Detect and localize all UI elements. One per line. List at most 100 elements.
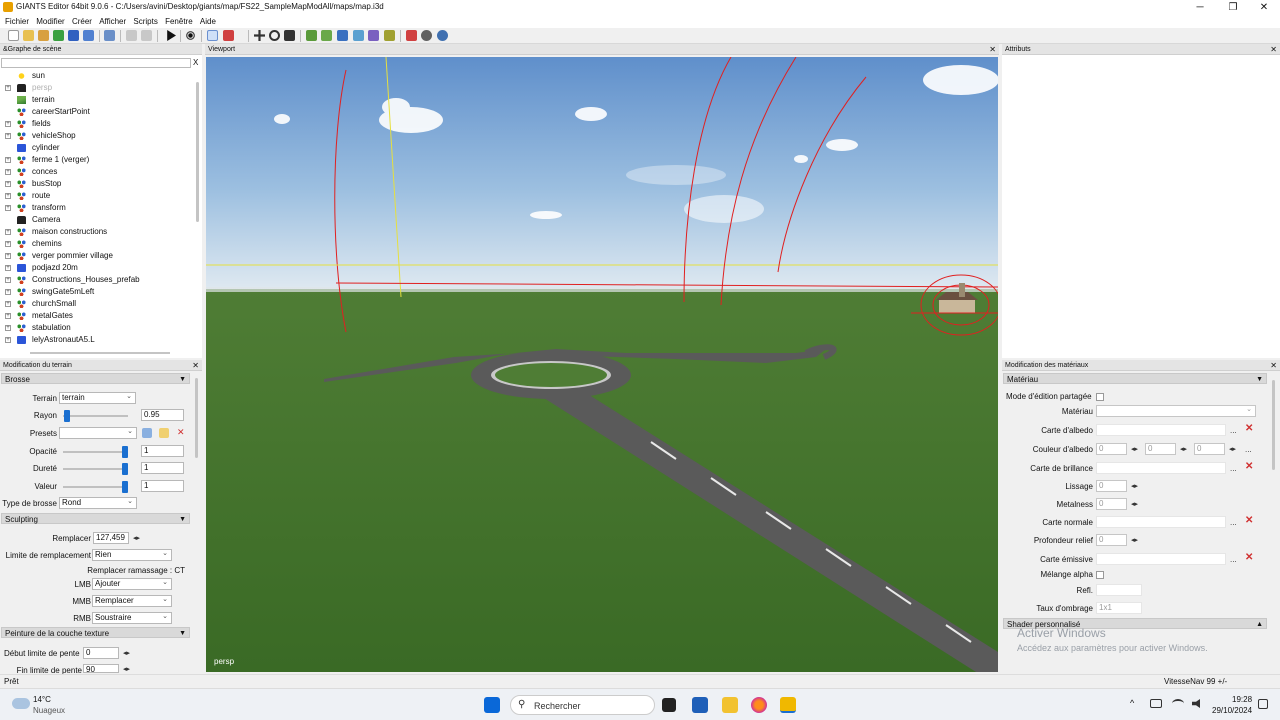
close-terrain-panel-button[interactable]: ✕ [192, 360, 199, 371]
settings-gear-icon[interactable] [421, 30, 432, 41]
opacity-slider[interactable] [63, 446, 128, 458]
lmb-select[interactable]: Ajouter ⌄ [92, 578, 172, 590]
open-folder-icon[interactable] [23, 30, 34, 41]
value-slider[interactable] [63, 481, 128, 493]
spin-arrows-icon[interactable]: ◂▸ [1229, 445, 1236, 453]
scene-node[interactable]: + persp [0, 82, 195, 94]
albedo-b-input[interactable]: 0 [1194, 443, 1225, 455]
reload-icon[interactable] [53, 30, 64, 41]
expand-node-icon[interactable]: + [5, 301, 11, 307]
weather-temperature[interactable]: 14°C [33, 695, 51, 704]
normal-map-input[interactable] [1096, 516, 1226, 528]
scene-node[interactable]: + fields [0, 118, 195, 130]
albedo-clear-button[interactable]: ✕ [1245, 423, 1253, 434]
close-attributes-button[interactable]: ✕ [1270, 44, 1277, 55]
maximize-button[interactable]: ❐ [1217, 0, 1249, 15]
scene-node[interactable]: + conces [0, 166, 195, 178]
hardness-slider-handle[interactable] [122, 463, 128, 475]
slope-end-input[interactable]: 90 [83, 664, 119, 674]
emissive-map-input[interactable] [1096, 553, 1226, 565]
scene-node[interactable]: cylinder [0, 142, 195, 154]
spin-arrows-icon[interactable]: ◂▸ [1131, 445, 1138, 453]
rmb-select[interactable]: Soustraire ⌄ [92, 612, 172, 624]
material-section[interactable]: Matériau ▼ [1003, 373, 1267, 384]
scene-node[interactable]: + vehicleShop [0, 130, 195, 142]
scene-node[interactable]: + stabulation [0, 322, 195, 334]
tray-chevron-icon[interactable]: ^ [1130, 698, 1134, 708]
radius-slider-handle[interactable] [64, 410, 71, 422]
replace-input[interactable]: 127,459 [93, 532, 129, 544]
load-preset-icon[interactable] [159, 428, 169, 438]
scene-horizontal-scrollbar[interactable] [30, 352, 170, 354]
file-explorer-icon[interactable] [722, 697, 738, 713]
scale-icon[interactable] [284, 30, 295, 41]
notification-icon[interactable] [1258, 699, 1268, 709]
spin-arrows-icon[interactable]: ◂▸ [1131, 500, 1138, 508]
material-icon[interactable] [406, 30, 417, 41]
scene-node[interactable]: + route [0, 190, 195, 202]
close-material-panel-button[interactable]: ✕ [1270, 360, 1277, 371]
scene-node[interactable]: + chemins [0, 238, 195, 250]
delete-preset-icon[interactable]: ✕ [177, 427, 185, 439]
scene-node[interactable]: + swingGate5mLeft [0, 286, 195, 298]
viewport-scene[interactable] [206, 57, 998, 672]
scene-node[interactable]: + metalGates [0, 310, 195, 322]
expand-node-icon[interactable]: + [5, 133, 11, 139]
value-input[interactable]: 1 [141, 480, 184, 492]
refresh-icon[interactable] [104, 30, 115, 41]
close-viewport-button[interactable]: ✕ [989, 44, 996, 55]
expand-node-icon[interactable]: + [5, 193, 11, 199]
scene-scrollbar[interactable] [196, 82, 199, 222]
scene-node[interactable]: sun [0, 70, 195, 82]
weather-description[interactable]: Nuageux [33, 706, 65, 715]
network-status-icon[interactable] [1150, 699, 1162, 708]
expand-node-icon[interactable]: + [5, 229, 11, 235]
tool-menu-icon[interactable] [223, 30, 234, 41]
albedo-map-input[interactable] [1096, 424, 1226, 436]
material-panel-scrollbar[interactable] [1272, 380, 1275, 470]
brush-type-select[interactable]: Rond ⌄ [59, 497, 137, 509]
hardness-slider[interactable] [63, 463, 128, 475]
expand-node-icon[interactable]: + [5, 265, 11, 271]
network-icon[interactable] [437, 30, 448, 41]
menu-modifier[interactable]: Modifier [36, 15, 64, 28]
menu-fichier[interactable]: Fichier [5, 15, 29, 28]
gloss-clear-button[interactable]: ✕ [1245, 461, 1253, 472]
terrain-panel-scrollbar[interactable] [195, 378, 198, 458]
albedo-browse-button[interactable]: ... [1230, 426, 1237, 435]
value-slider-handle[interactable] [122, 481, 128, 493]
replace-limit-select[interactable]: Rien ⌄ [92, 549, 172, 561]
scene-node[interactable]: + maison constructions [0, 226, 195, 238]
opacity-slider-handle[interactable] [122, 446, 128, 458]
spline-icon[interactable] [384, 30, 395, 41]
play-icon[interactable] [167, 30, 176, 41]
texture-paint-section[interactable]: Peinture de la couche texture ▼ [1, 627, 190, 638]
taskbar-search-box[interactable]: ⚲ Rechercher [510, 695, 655, 715]
menu-aide[interactable]: Aide [200, 15, 216, 28]
eye-icon[interactable] [185, 30, 196, 41]
open-recent-icon[interactable] [38, 30, 49, 41]
clock-time[interactable]: 19:28 [1232, 695, 1252, 704]
scene-node[interactable]: + lelyAstronautA5.L [0, 334, 195, 346]
expand-node-icon[interactable]: + [5, 277, 11, 283]
task-view-icon[interactable] [662, 698, 676, 712]
rotate-icon[interactable] [269, 30, 280, 41]
volume-icon[interactable] [1192, 699, 1200, 708]
menu-afficher[interactable]: Afficher [99, 15, 126, 28]
cloud-weather-icon[interactable] [12, 698, 30, 709]
scene-node[interactable]: + churchSmall [0, 298, 195, 310]
giants-editor-taskbar-icon[interactable] [780, 697, 796, 713]
normal-browse-button[interactable]: ... [1230, 518, 1237, 527]
close-window-button[interactable]: ✕ [1248, 0, 1280, 15]
presets-select[interactable]: ⌄ [59, 427, 137, 439]
scene-node[interactable]: Camera [0, 214, 195, 226]
expand-node-icon[interactable]: + [5, 157, 11, 163]
hardness-input[interactable]: 1 [141, 462, 184, 474]
clock-date[interactable]: 29/10/2024 [1212, 706, 1252, 715]
brush-section[interactable]: Brosse ▼ [1, 373, 190, 384]
expand-node-icon[interactable]: + [5, 325, 11, 331]
clear-filter-button[interactable]: X [193, 58, 198, 67]
foliage-paint-icon[interactable] [337, 30, 348, 41]
windows-start-icon[interactable] [484, 697, 500, 713]
material-select[interactable]: ⌄ [1096, 405, 1256, 417]
